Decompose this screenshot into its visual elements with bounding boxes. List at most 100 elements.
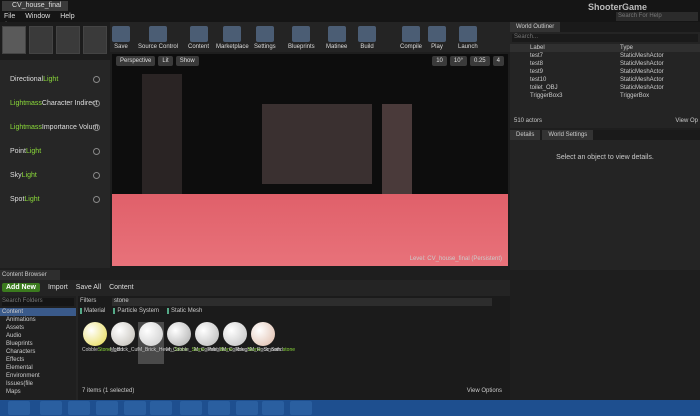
toolbar-button[interactable]: Matinee bbox=[326, 22, 347, 52]
asset-tile[interactable]: CobbleStone_gold bbox=[82, 322, 123, 364]
text-part: Point bbox=[10, 147, 26, 155]
toolbar-button[interactable]: Build bbox=[358, 22, 376, 52]
show-button[interactable]: Show bbox=[175, 56, 199, 66]
help-icon[interactable] bbox=[93, 147, 100, 155]
folder-item[interactable]: Content bbox=[0, 308, 76, 316]
help-icon[interactable] bbox=[93, 99, 100, 107]
save-all-button[interactable]: Save All bbox=[76, 284, 101, 291]
photos-icon[interactable] bbox=[150, 401, 172, 415]
folder-item[interactable]: Issues(file bbox=[0, 380, 76, 388]
help-icon[interactable] bbox=[93, 123, 100, 131]
lit-button[interactable]: Lit bbox=[158, 56, 173, 66]
explorer-icon[interactable] bbox=[96, 401, 118, 415]
toolbar-button[interactable]: Save bbox=[112, 22, 130, 52]
toolbar-button[interactable]: Source Control bbox=[138, 22, 178, 52]
help-search-input[interactable]: Search For Help bbox=[616, 12, 698, 21]
folder-item[interactable]: Effects bbox=[0, 356, 76, 364]
place-item[interactable]: Directional Light bbox=[0, 68, 108, 90]
filter-chip[interactable]: Static Mesh bbox=[167, 308, 202, 314]
filters-button[interactable]: Filters bbox=[80, 298, 96, 304]
asset-tile[interactable]: M_Brick_Hewn_Stone bbox=[138, 322, 187, 364]
asset-tile[interactable]: M_Rock_Sandstone bbox=[250, 322, 295, 364]
asset-view-options[interactable]: View Options bbox=[467, 388, 502, 394]
chrome-icon[interactable] bbox=[40, 401, 62, 415]
folder-item[interactable]: Elemental bbox=[0, 364, 76, 372]
folder-icon[interactable] bbox=[236, 401, 258, 415]
firefox-icon[interactable] bbox=[68, 401, 90, 415]
import-button[interactable]: Import bbox=[48, 284, 68, 291]
place-mode-icon[interactable] bbox=[2, 26, 26, 54]
help-icon[interactable] bbox=[93, 75, 100, 83]
folder-item[interactable]: Animations bbox=[0, 316, 76, 324]
help-icon[interactable] bbox=[93, 171, 100, 179]
toolbar-button[interactable]: Blueprints bbox=[288, 22, 315, 52]
grid-snap-button[interactable]: 10 bbox=[432, 56, 447, 66]
outliner-row[interactable]: test8 StaticMeshActor bbox=[510, 60, 700, 68]
perspective-button[interactable]: Perspective bbox=[116, 56, 156, 66]
place-item[interactable]: Lightmass Character Indirect bbox=[0, 92, 108, 114]
outliner-row[interactable]: toilet_OBJ StaticMeshActor bbox=[510, 84, 700, 92]
camera-speed-button[interactable]: 4 bbox=[492, 56, 504, 66]
unreal-icon[interactable] bbox=[262, 401, 284, 415]
paint-mode-icon[interactable] bbox=[29, 26, 53, 54]
menu-file[interactable]: File bbox=[4, 13, 15, 20]
asset-tile[interactable]: M_Cobble_Stone_Pebble bbox=[166, 322, 223, 364]
outliner-row[interactable]: test7 StaticMeshActor bbox=[510, 52, 700, 60]
asset-name: M_Cobble_Stone_Smooth bbox=[222, 347, 281, 353]
foliage-mode-icon[interactable] bbox=[83, 26, 107, 54]
folder-item[interactable]: Assets bbox=[0, 324, 76, 332]
details-tab[interactable]: Details bbox=[510, 130, 541, 140]
outliner-view-options[interactable]: View Op bbox=[675, 118, 698, 124]
content-browser-tab[interactable]: Content Browser bbox=[0, 270, 60, 280]
folder-item[interactable]: Audio bbox=[0, 332, 76, 340]
asset-tile[interactable]: M_Brick_Cut_Stone bbox=[110, 322, 154, 364]
project-name: ShooterGame bbox=[588, 2, 648, 12]
outliner-row[interactable]: test10 StaticMeshActor bbox=[510, 76, 700, 84]
label-column-header[interactable]: Label bbox=[510, 44, 620, 52]
toolbar-button[interactable]: Play bbox=[428, 22, 446, 52]
content-path[interactable]: Content bbox=[109, 284, 134, 291]
level-tab[interactable]: CV_house_final bbox=[2, 1, 68, 11]
help-icon[interactable] bbox=[93, 195, 100, 203]
place-item[interactable]: Lightmass Importance Volum bbox=[0, 116, 108, 138]
app2-icon[interactable] bbox=[290, 401, 312, 415]
outliner-row[interactable]: TriggerBox3 TriggerBox bbox=[510, 92, 700, 100]
type-column-header[interactable]: Type bbox=[620, 44, 633, 52]
scale-snap-button[interactable]: 0.25 bbox=[469, 56, 490, 66]
outliner-search-input[interactable]: Search... bbox=[512, 34, 698, 42]
place-item[interactable]: Spot Light bbox=[0, 188, 108, 210]
landscape-mode-icon[interactable] bbox=[56, 26, 80, 54]
folder-item[interactable]: Maps bbox=[0, 388, 76, 396]
level-viewport[interactable]: Perspective Lit Show 10 10° 0.25 4 Level… bbox=[112, 54, 508, 266]
folder-item[interactable]: Blueprints bbox=[0, 340, 76, 348]
windows-start-icon[interactable] bbox=[8, 401, 30, 415]
filter-chip[interactable]: Particle System bbox=[113, 308, 159, 314]
toolbar-icon bbox=[458, 26, 477, 42]
menu-help[interactable]: Help bbox=[60, 13, 74, 20]
toolbar-button[interactable]: Content bbox=[188, 22, 209, 52]
filter-chip[interactable]: Material bbox=[80, 308, 105, 314]
rotation-snap-button[interactable]: 10° bbox=[449, 56, 467, 66]
toolbar-button[interactable]: Settings bbox=[254, 22, 276, 52]
steam-icon[interactable] bbox=[124, 401, 146, 415]
app-icon[interactable] bbox=[180, 401, 202, 415]
place-item[interactable]: Sky Light bbox=[0, 164, 108, 186]
add-new-button[interactable]: Add New bbox=[2, 282, 40, 292]
toolbar-button[interactable]: Launch bbox=[458, 22, 478, 52]
text-part: Light bbox=[21, 171, 37, 179]
outliner-row[interactable]: test9 StaticMeshActor bbox=[510, 68, 700, 76]
menu-window[interactable]: Window bbox=[25, 13, 50, 20]
asset-search-input[interactable]: stone bbox=[112, 298, 492, 306]
actor-label: test7 bbox=[530, 53, 544, 59]
place-item[interactable]: Point Light bbox=[0, 140, 108, 162]
world-settings-tab[interactable]: World Settings bbox=[542, 130, 594, 140]
toolbar-button[interactable]: Compile bbox=[400, 22, 422, 52]
folder-item[interactable]: Characters bbox=[0, 348, 76, 356]
folder-item[interactable]: Environment bbox=[0, 372, 76, 380]
search-folders-input[interactable]: Search Folders bbox=[2, 298, 74, 306]
asset-tile[interactable]: M_Cobble_Stone_Rough bbox=[194, 322, 250, 364]
asset-tile[interactable]: M_Cobble_Stone_Smooth bbox=[222, 322, 281, 364]
world-outliner-tab[interactable]: World Outliner bbox=[510, 22, 561, 32]
epic-games-icon[interactable] bbox=[208, 401, 230, 415]
toolbar-button[interactable]: Marketplace bbox=[216, 22, 249, 52]
